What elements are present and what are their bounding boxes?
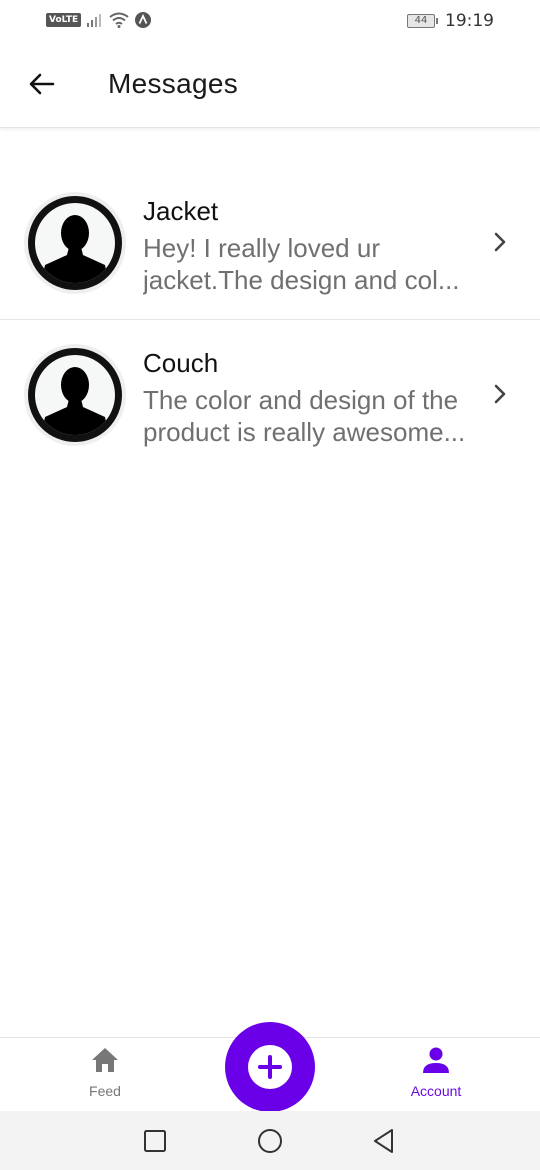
message-row-jacket[interactable]: Jacket Hey! I really loved ur jacket.The… [0,168,540,320]
message-title: Jacket [143,196,219,226]
message-row-couch[interactable]: Couch The color and design of the produc… [0,320,540,472]
chevron-right-icon [494,232,506,252]
home-icon [92,1048,118,1072]
battery-icon: 44 [407,14,438,28]
back-button[interactable] [22,64,62,104]
app-bar: Messages [0,42,540,128]
plus-icon [258,1055,282,1079]
nav-label-feed: Feed [89,1083,121,1099]
message-preview: The color and design of the product is r… [143,384,475,448]
notification-icon [135,12,152,28]
status-right: 44 19:19 [407,11,494,31]
avatar [24,192,126,294]
user-silhouette-icon [41,367,109,435]
system-nav-bar [0,1111,540,1170]
page-title: Messages [108,68,239,99]
nav-item-feed[interactable]: Feed [45,1046,165,1099]
message-preview-line: jacket.The design and col... [143,265,460,295]
message-preview-line: Hey! I really loved ur [143,233,380,263]
wifi-icon [109,12,129,28]
recents-square-icon[interactable] [141,1127,169,1155]
status-left: VoLTE [46,12,152,28]
arrow-left-icon [29,73,55,95]
person-icon [423,1047,449,1073]
signal-icon [87,14,102,27]
chevron-right-icon [494,384,506,404]
status-time: 19:19 [445,11,494,31]
message-preview-line: product is really awesome... [143,417,466,447]
home-circle-icon[interactable] [256,1127,284,1155]
back-triangle-icon[interactable] [370,1127,398,1155]
nav-label-account: Account [410,1083,462,1099]
volte-badge: VoLTE [46,13,82,27]
avatar [24,344,126,446]
message-preview-line: The color and design of the [143,385,459,415]
message-preview: Hey! I really loved ur jacket.The design… [143,232,475,296]
message-list: Jacket Hey! I really loved ur jacket.The… [0,168,540,472]
nav-item-account[interactable]: Account [376,1046,496,1099]
user-silhouette-icon [41,215,109,283]
status-bar: VoLTE 44 19:19 [0,0,540,42]
message-title: Couch [143,348,219,378]
add-listing-button[interactable] [225,1022,315,1112]
